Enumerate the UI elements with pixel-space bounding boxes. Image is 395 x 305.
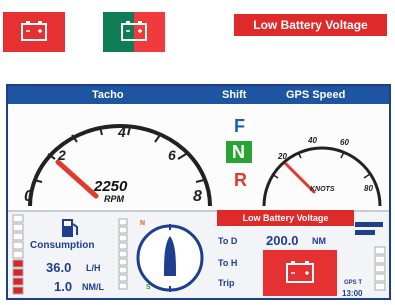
fuel-pump-icon: [62, 219, 78, 237]
to-home-label: To H: [218, 258, 238, 268]
gear-neutral: N: [232, 142, 245, 162]
compass-icon: [136, 224, 204, 292]
battery-alert-box: [263, 250, 337, 296]
tacho-tick-2: 2: [58, 147, 66, 163]
gear-neutral-indicator: N: [226, 141, 252, 163]
rpm-value: 2250: [94, 178, 128, 195]
gps-speed-unit: KNOTS: [310, 186, 335, 193]
battery-icon: [21, 21, 47, 41]
fuel-level-bar: [12, 214, 24, 295]
trim-arrow-icon: [355, 222, 383, 235]
tacho-needle: [55, 159, 99, 199]
consumption-rate-unit: L/H: [86, 263, 101, 273]
battery-icon: [286, 261, 314, 283]
gps-time-label: GPS T: [344, 280, 363, 286]
gps-tick-80: 80: [364, 184, 373, 193]
distance-value: 200.0: [266, 233, 299, 248]
consumption-label: Consumption: [30, 240, 95, 251]
battery-warning-icon-split: [103, 12, 165, 52]
dashboard-header: Tacho Shift GPS Speed: [8, 86, 389, 104]
gps-time-value: 13:00: [342, 289, 363, 298]
gps-speed-title: GPS Speed: [286, 89, 346, 101]
tacho-tick-8: 8: [193, 188, 202, 205]
gps-speed-gauge: [262, 146, 382, 207]
compass-south-label: S: [146, 284, 151, 291]
battery-icon: [121, 21, 147, 41]
consumption-rate-value: 36.0: [46, 260, 72, 275]
distance-unit: NM: [312, 236, 326, 246]
trim-level-bar: [118, 218, 128, 290]
gps-tick-40: 40: [308, 136, 317, 145]
low-battery-alert-banner: Low Battery Voltage: [217, 210, 354, 226]
tacho-title: Tacho: [92, 89, 124, 101]
to-destination-label: To D: [218, 236, 238, 246]
tacho-tick-6: 6: [168, 147, 176, 163]
gear-forward: F: [234, 116, 245, 136]
low-battery-warning-banner: Low Battery Voltage: [234, 14, 387, 36]
right-level-bar: [374, 246, 386, 291]
gps-tick-60: 60: [340, 138, 349, 147]
gear-reverse: R: [234, 170, 247, 190]
tacho-tick-0: 0: [24, 188, 33, 205]
tacho-tick-4: 4: [118, 124, 126, 140]
economy-value: 1.0: [54, 279, 73, 294]
shift-title: Shift: [222, 89, 247, 101]
economy-unit: NM/L: [82, 282, 104, 292]
rpm-unit: RPM: [104, 194, 124, 204]
trip-label: Trip: [218, 278, 235, 288]
engine-dashboard: Tacho Shift GPS Speed 0 2 4 6 8 2250 RPM…: [6, 84, 391, 300]
gps-tick-20: 20: [278, 152, 287, 161]
compass-north-label: N: [140, 220, 146, 227]
battery-warning-icon-red: [3, 12, 65, 52]
